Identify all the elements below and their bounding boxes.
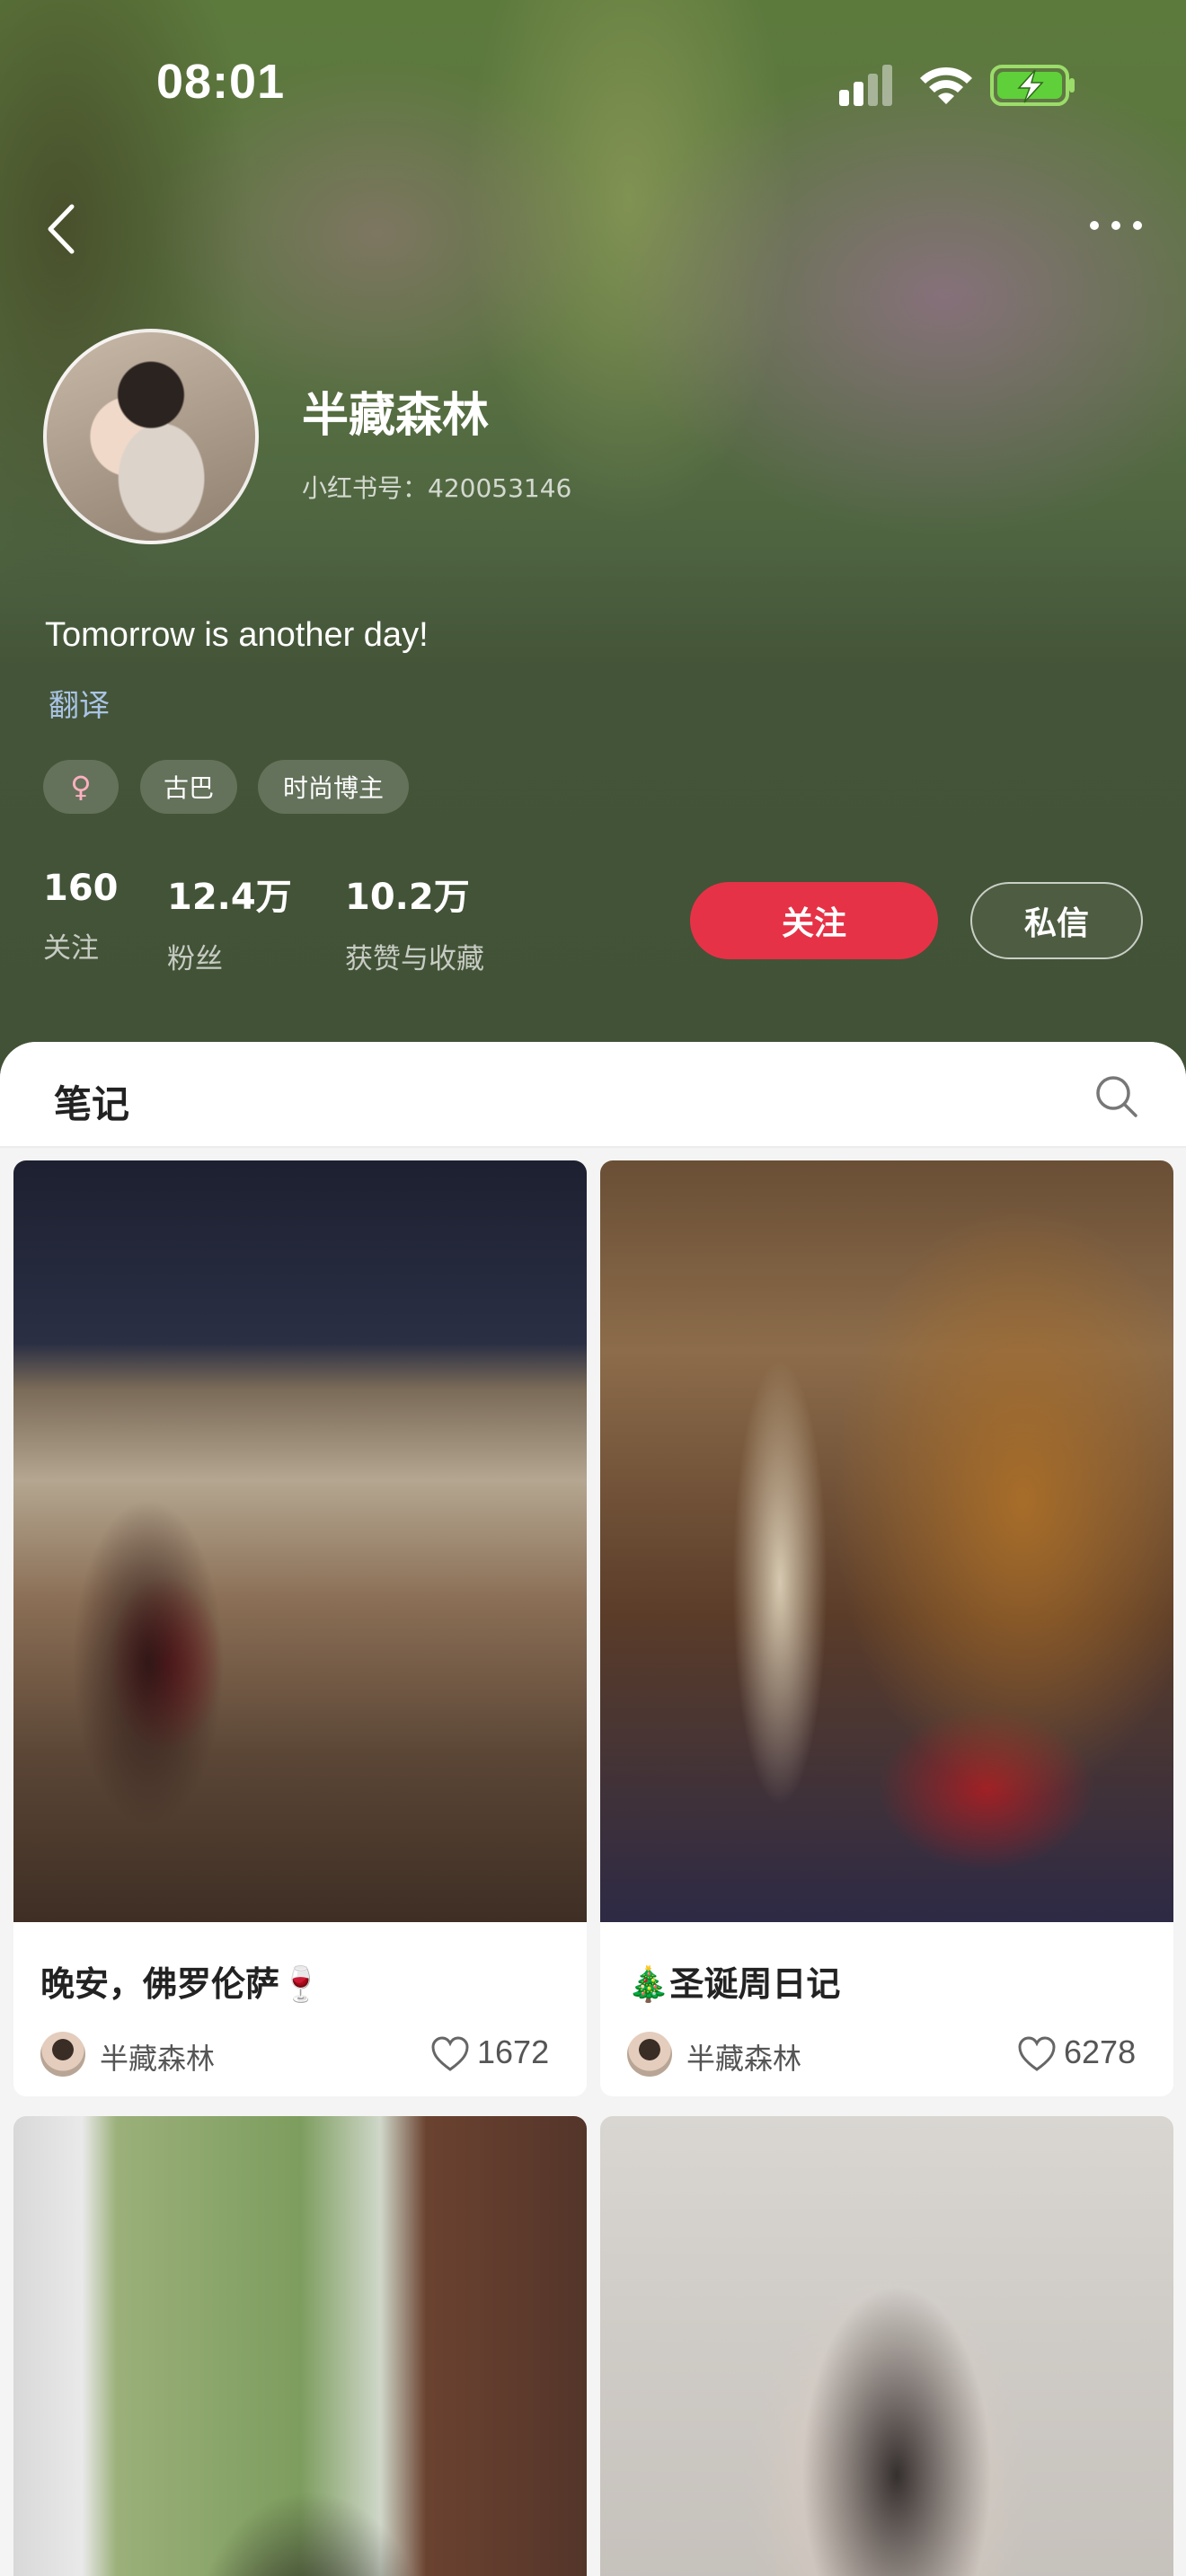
author-name[interactable]: 半藏森林 (686, 2036, 801, 2078)
note-cover-image[interactable] (13, 1160, 587, 1922)
note-title: 晚安，佛罗伦萨🍷 (40, 1964, 323, 2004)
author-name[interactable]: 半藏森林 (100, 2036, 215, 2078)
stat-likes-collects[interactable]: 10.2万 获赞与收藏 (345, 868, 484, 976)
note-cover-image[interactable] (600, 2116, 1173, 2576)
signal-icon (839, 65, 892, 106)
status-time: 08:01 (156, 55, 286, 109)
author-avatar[interactable] (627, 2032, 672, 2077)
user-id: 小红书号：420053146 (302, 473, 572, 503)
location-tag: 古巴 (140, 760, 237, 814)
note-card[interactable]: 🎄圣诞周日记 半藏森林 6278 (600, 1160, 1173, 2096)
heart-icon[interactable] (1017, 2035, 1057, 2073)
tab-notes[interactable]: 笔记 (54, 1074, 129, 1129)
more-icon[interactable] (1084, 212, 1148, 239)
bio-text: Tomorrow is another day! (45, 616, 429, 654)
like-count: 1672 (477, 2033, 550, 2070)
follow-button[interactable]: 关注 (690, 882, 938, 959)
stat-label: 关注 (43, 932, 99, 965)
profile-header: 08:01 半藏森林 小红书号：420053146 Tomorrow is an… (0, 0, 1186, 1078)
stat-label: 获赞与收藏 (345, 943, 484, 975)
stat-followers[interactable]: 12.4万 粉丝 (167, 868, 292, 976)
note-cover-image[interactable] (600, 1160, 1173, 1922)
gender-tag: ♀ (43, 760, 119, 814)
tab-bar: 笔记 (0, 1042, 1186, 1148)
message-button[interactable]: 私信 (970, 882, 1143, 959)
search-icon[interactable] (1093, 1072, 1139, 1119)
stat-value: 160 (43, 868, 119, 909)
stat-label: 粉丝 (167, 943, 223, 975)
note-title: 🎄圣诞周日记 (627, 1964, 841, 2004)
note-card[interactable] (600, 2116, 1173, 2576)
back-icon[interactable] (40, 198, 90, 260)
note-cover-image[interactable] (13, 2116, 587, 2576)
occupation-tag: 时尚博主 (258, 760, 409, 814)
stat-following[interactable]: 160 关注 (43, 868, 119, 966)
stat-value: 12.4万 (167, 877, 292, 918)
author-avatar[interactable] (40, 2032, 85, 2077)
avatar[interactable] (43, 329, 259, 544)
notes-section: 笔记 晚安，佛罗伦萨🍷 半藏森林 1672 🎄圣诞周日记 半藏森林 6278 (0, 1042, 1186, 2576)
note-card[interactable] (13, 2116, 587, 2576)
like-count: 6278 (1064, 2033, 1137, 2070)
wifi-icon (920, 66, 972, 104)
battery-charging-icon (990, 65, 1075, 106)
translate-link[interactable]: 翻译 (49, 681, 110, 725)
user-name: 半藏森林 (302, 389, 490, 443)
heart-icon[interactable] (430, 2035, 470, 2073)
note-card[interactable]: 晚安，佛罗伦萨🍷 半藏森林 1672 (13, 1160, 587, 2096)
stat-value: 10.2万 (345, 877, 470, 918)
